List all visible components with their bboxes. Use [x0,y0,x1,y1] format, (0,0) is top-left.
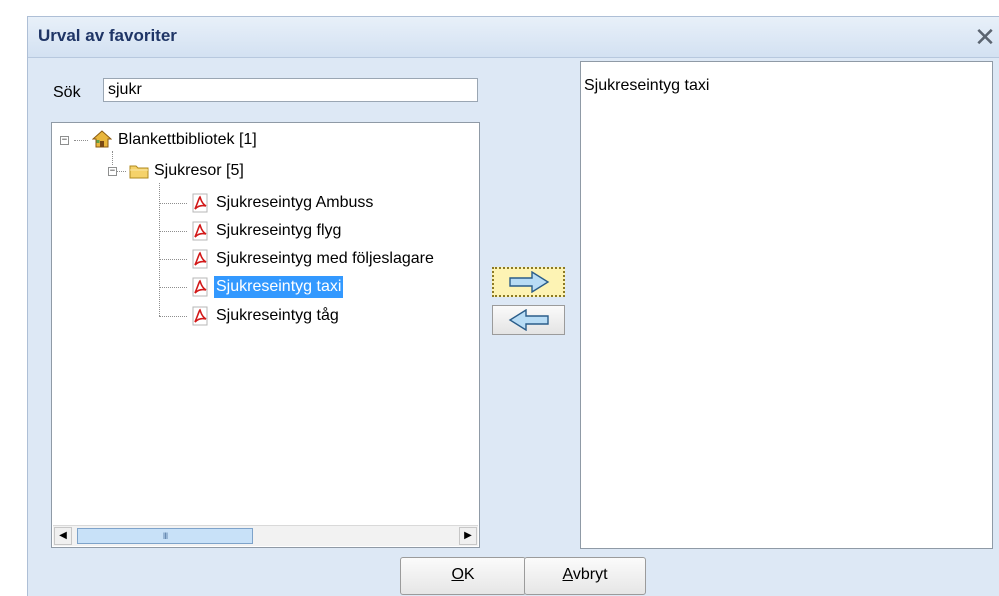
search-input[interactable] [103,78,478,102]
tree-item-selected[interactable]: Sjukreseintyg taxi [214,276,344,298]
tree-connector [159,231,187,232]
scrollbar-thumb[interactable]: III [77,528,253,544]
remove-favorite-button[interactable] [492,305,565,335]
folder-icon [129,165,149,179]
collapse-icon[interactable]: − [108,167,117,176]
tree-connector [159,287,187,288]
pdf-icon [192,193,208,213]
ok-label: K [463,566,475,583]
tree-connector [74,140,88,141]
selected-favorites-list[interactable]: Sjukreseintyg taxi [580,61,993,549]
forms-tree[interactable]: − Blankettbibliotek [1] − Sjukresor [5] … [51,122,480,548]
cancel-button[interactable]: Avbryt [524,557,646,595]
favorites-dialog: Urval av favoriter ✕ Sök − Blankettbibli… [27,16,999,596]
title-bar: Urval av favoriter ✕ [28,17,999,58]
tree-connector [159,203,187,204]
tree-node-root[interactable]: Blankettbibliotek [1] [118,129,257,151]
ok-mnemonic: O [451,566,464,583]
pdf-icon [192,221,208,241]
list-item[interactable]: Sjukreseintyg taxi [584,77,709,95]
arrow-left-icon [508,309,549,331]
pdf-icon [192,249,208,269]
tree-item[interactable]: Sjukreseintyg flyg [216,220,341,242]
dialog-title: Urval av favoriter [38,26,177,45]
collapse-icon[interactable]: − [60,136,69,145]
pdf-icon [192,306,208,326]
tree-connector [159,316,187,317]
tree-item[interactable]: Sjukreseintyg tåg [216,305,339,327]
cancel-label: vbryt [572,566,608,583]
scroll-right-icon[interactable]: ▶ [459,527,477,545]
pdf-icon [192,277,208,297]
tree-node-folder[interactable]: Sjukresor [5] [154,160,244,182]
tree-item[interactable]: Sjukreseintyg med följeslagare [216,248,434,270]
search-label: Sök [53,84,81,101]
arrow-right-icon [508,271,549,293]
tree-connector [159,259,187,260]
horizontal-scrollbar[interactable]: ◀ III ▶ [53,525,478,546]
tree-connector [112,151,113,165]
home-icon [92,130,112,148]
add-favorite-button[interactable] [492,267,565,297]
tree-item[interactable]: Sjukreseintyg Ambuss [216,192,373,214]
close-icon[interactable]: ✕ [971,21,999,53]
ok-button[interactable]: OK [400,557,526,595]
cancel-mnemonic: A [562,566,573,583]
scroll-left-icon[interactable]: ◀ [54,527,72,545]
